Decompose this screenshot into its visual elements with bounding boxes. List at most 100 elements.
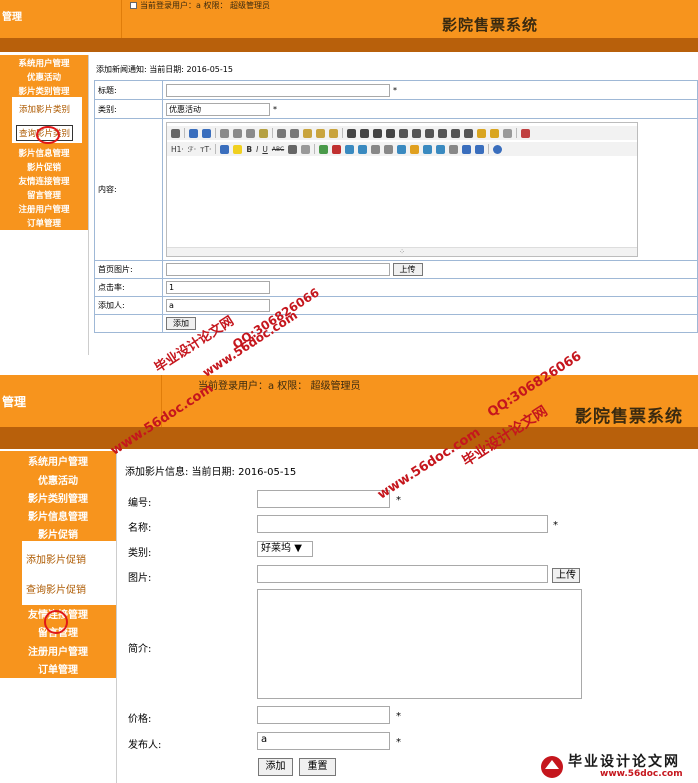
sidebar-item-system-users[interactable]: 系统用户管理: [0, 453, 116, 468]
unlink-icon[interactable]: [475, 144, 485, 154]
upload-button[interactable]: 上传: [552, 568, 580, 583]
rich-text-editor[interactable]: H1· ℱ· тT· B I U ABC ⁘: [166, 122, 638, 257]
select-all-icon[interactable]: [490, 128, 499, 138]
template-icon[interactable]: [246, 128, 255, 138]
bold-button[interactable]: B: [246, 145, 252, 154]
line-height-icon[interactable]: [288, 144, 298, 154]
strikethrough-button[interactable]: ABC: [272, 146, 284, 153]
map-icon[interactable]: [397, 144, 407, 154]
title-input[interactable]: [166, 83, 390, 97]
sidebar-item-registered-users[interactable]: 注册用户管理: [0, 203, 88, 215]
sidebar-item-film-category[interactable]: 影片类别管理: [0, 490, 116, 505]
image-icon[interactable]: [319, 144, 329, 154]
print-icon[interactable]: [233, 128, 242, 138]
underline-button[interactable]: U: [262, 145, 268, 154]
align-justify-icon[interactable]: [386, 128, 395, 138]
font-color-icon[interactable]: [220, 144, 230, 154]
system-title-2: 影院售票系统: [575, 407, 683, 427]
align-center-icon[interactable]: [360, 128, 369, 138]
sidebar-item-messages[interactable]: 留言管理: [0, 189, 88, 201]
sidebar-sub-query-promo[interactable]: 查询影片促销: [26, 581, 86, 596]
sidebar-item-orders[interactable]: 订单管理: [0, 661, 116, 676]
sidebar-item-system-users[interactable]: 系统用户管理: [0, 57, 88, 69]
code-icon[interactable]: [259, 128, 268, 138]
hr-icon[interactable]: [384, 144, 394, 154]
paste-icon[interactable]: [303, 128, 312, 138]
sidebar-item-promotions[interactable]: 优惠活动: [0, 71, 88, 83]
preview-icon[interactable]: [220, 128, 229, 138]
highlight-color-icon[interactable]: [233, 144, 243, 154]
sidebar-sub-add-promo[interactable]: 添加影片促销: [26, 551, 86, 566]
reset-button[interactable]: 重置: [299, 758, 336, 776]
category-input[interactable]: 优惠活动: [166, 102, 270, 116]
align-left-icon[interactable]: [347, 128, 356, 138]
sidebar-item-promotions[interactable]: 优惠活动: [0, 472, 116, 487]
title-label: 标题:: [94, 80, 163, 100]
add-button[interactable]: 添加: [258, 758, 293, 776]
sidebar-sub-add-category[interactable]: 添加影片类别: [19, 103, 70, 115]
news-form: 标题: * 类别: 优惠活动 * 内容: H1· ℱ· тT· B I U AB…: [94, 80, 698, 333]
sidebar-item-orders[interactable]: 订单管理: [0, 217, 88, 229]
checkbox-icon[interactable]: [130, 2, 137, 9]
sidebar-item-film-info[interactable]: 影片信息管理: [0, 147, 88, 159]
sidebar-item-film-promo[interactable]: 影片促销: [0, 526, 116, 541]
flash-icon[interactable]: [332, 144, 342, 154]
ordered-list-icon[interactable]: [399, 128, 408, 138]
fullscreen-icon[interactable]: [521, 128, 530, 138]
align-right-icon[interactable]: [373, 128, 382, 138]
heading-select[interactable]: H1·: [171, 145, 184, 154]
table-icon[interactable]: [371, 144, 381, 154]
special-char-icon[interactable]: [423, 144, 433, 154]
clear-format-icon[interactable]: [477, 128, 486, 138]
price-input[interactable]: [257, 706, 390, 724]
sidebar-item-links[interactable]: 友情连接管理: [0, 175, 88, 187]
author-input[interactable]: a: [166, 299, 270, 312]
clicks-input[interactable]: 1: [166, 281, 270, 294]
name-input[interactable]: [257, 515, 548, 533]
link-icon[interactable]: [462, 144, 472, 154]
sidebar-item-film-promo[interactable]: 影片促销: [0, 161, 88, 173]
add-button[interactable]: 添加: [166, 317, 196, 330]
cursor-icon[interactable]: [503, 128, 512, 138]
font-select[interactable]: ℱ·: [188, 145, 196, 154]
sidebar-divider-2: [116, 451, 120, 783]
undo-icon[interactable]: [189, 128, 198, 138]
cut-icon[interactable]: [277, 128, 286, 138]
paste-word-icon[interactable]: [329, 128, 338, 138]
emoticon-icon[interactable]: [410, 144, 420, 154]
sidebar-2: 系统用户管理 优惠活动 影片类别管理 影片信息管理 影片促销 添加影片促销 查询…: [0, 451, 116, 678]
indent-icon[interactable]: [425, 128, 434, 138]
highlight-circle-1: [36, 126, 60, 144]
paste-text-icon[interactable]: [316, 128, 325, 138]
intro-textarea[interactable]: [257, 589, 582, 699]
upload-button[interactable]: 上传: [392, 263, 423, 276]
form-title-2: 添加影片信息: 当前日期: 2016-05-15: [125, 467, 297, 478]
attachment-icon[interactable]: [358, 144, 368, 154]
media-icon[interactable]: [345, 144, 355, 154]
outdent-icon[interactable]: [438, 128, 447, 138]
header-left-2: 管理: [0, 375, 162, 427]
publisher-input[interactable]: a: [257, 732, 390, 750]
copy-icon[interactable]: [290, 128, 299, 138]
help-icon[interactable]: [493, 144, 503, 154]
image-input[interactable]: [166, 263, 390, 276]
pagebreak-icon[interactable]: [436, 144, 446, 154]
sidebar-item-registered-users[interactable]: 注册用户管理: [0, 643, 116, 658]
logo-icon: [541, 756, 563, 778]
category-select[interactable]: 好莱坞 ▼: [257, 541, 313, 557]
image-input[interactable]: [257, 565, 548, 583]
user-info-2: 当前登录用户：a 权限： 超级管理员: [198, 381, 361, 392]
sidebar-item-film-category[interactable]: 影片类别管理: [0, 85, 88, 97]
anchor-icon[interactable]: [449, 144, 459, 154]
editor-resize-handle[interactable]: ⁘: [167, 247, 637, 256]
sidebar-item-film-info[interactable]: 影片信息管理: [0, 508, 116, 523]
redo-icon[interactable]: [202, 128, 211, 138]
eraser-icon[interactable]: [301, 144, 311, 154]
unordered-list-icon[interactable]: [412, 128, 421, 138]
source-icon[interactable]: [171, 128, 180, 138]
number-input[interactable]: [257, 490, 390, 508]
size-select[interactable]: тT·: [200, 145, 211, 154]
italic-button[interactable]: I: [256, 145, 258, 154]
subscript-icon[interactable]: [451, 128, 460, 138]
superscript-icon[interactable]: [464, 128, 473, 138]
